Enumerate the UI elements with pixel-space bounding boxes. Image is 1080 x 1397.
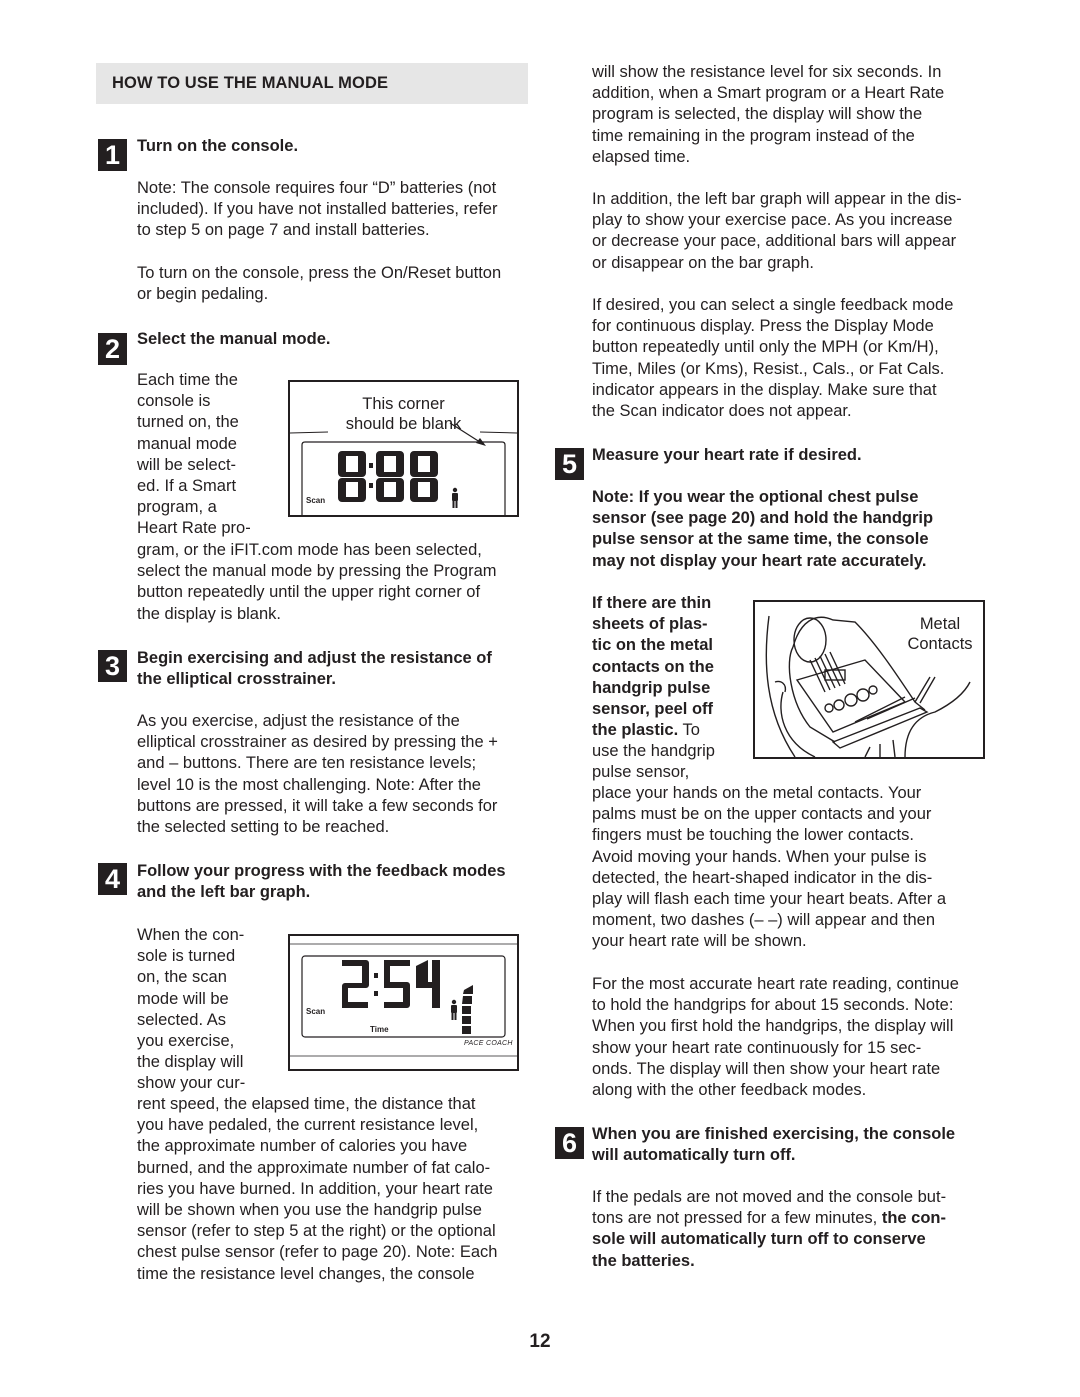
step-6-text: If the pedals are not moved and the cons… <box>592 1187 946 1272</box>
step-4-right-para-1: will show the resistance level for six s… <box>592 63 945 166</box>
step-2-badge: 2 <box>98 333 127 365</box>
step-4-right-para-3: If desired, you can select a single feed… <box>592 296 954 421</box>
section-title: HOW TO USE THE MANUAL MODE <box>112 74 389 92</box>
step-1-note: Note: The console requires four “D” batt… <box>137 179 498 240</box>
console-display-figure-scan: Scan Time PACE COACH <box>288 934 519 1071</box>
step-5-wrap-bold: If there are thin sheets of plas- tic on… <box>592 594 714 740</box>
step-4-title: Follow your progress with the feedback m… <box>137 862 506 902</box>
step-5-continued-text: place your hands on the metal contacts. … <box>592 784 947 951</box>
step-5-wrap-inline: To <box>678 721 700 740</box>
step-5-note: Note: If you wear the optional chest pul… <box>592 488 934 570</box>
step-5-wrap-regular: use the handgrip pulse sensor, <box>592 742 715 782</box>
step-2-continued-text: gram, or the iFIT.com mode has been sele… <box>137 541 497 623</box>
person-icon <box>451 999 457 1020</box>
pace-bar-graph <box>462 985 473 1034</box>
step-5-wrap-text: If there are thin sheets of plas- tic on… <box>592 593 714 741</box>
page-number: 12 <box>529 1331 551 1352</box>
lcd-illustration-scan <box>290 943 517 1057</box>
step-3-badge: 3 <box>98 650 127 682</box>
step-6-badge: 6 <box>555 1127 584 1159</box>
section-header: HOW TO USE THE MANUAL MODE <box>96 63 528 104</box>
step-4-badge: 4 <box>98 863 127 895</box>
step-2-wrap-text: Each time the console is turned on, the … <box>137 371 251 538</box>
console-display-figure-blank: This corner should be blank Scan <box>288 380 519 517</box>
step-4-continued-text: rent speed, the elapsed time, the distan… <box>137 1095 498 1283</box>
step-4-right-para-2: In addition, the left bar graph will app… <box>592 190 962 272</box>
time-indicator: Time <box>370 1025 389 1034</box>
lcd-digits <box>342 960 440 1008</box>
handgrip-pulse-sensor-figure: Metal Contacts <box>753 600 985 759</box>
step-5-badge: 5 <box>555 448 584 480</box>
step-3-title: Begin exercising and adjust the resistan… <box>137 649 492 689</box>
lcd-digits <box>338 451 438 502</box>
step-4-wrap-text: When the con- sole is turned on, the sca… <box>137 926 246 1093</box>
step-2-title: Select the manual mode. <box>137 330 331 348</box>
step-6-title: When you are finished exercising, the co… <box>592 1125 956 1165</box>
step-3-text: As you exercise, adjust the resistance o… <box>137 712 498 837</box>
metal-contacts-caption: Metal Contacts <box>907 615 973 653</box>
step-1-instructions: To turn on the console, press the On/Res… <box>137 264 502 304</box>
step-5-paragraph-2: For the most accurate heart rate reading… <box>592 975 959 1100</box>
scan-indicator: Scan <box>306 496 326 505</box>
pace-coach-label: PACE COACH <box>464 1040 513 1047</box>
scan-indicator: Scan <box>306 1007 326 1016</box>
step-1-badge: 1 <box>98 139 127 171</box>
step-5-title: Measure your heart rate if desired. <box>592 446 862 464</box>
step-1-title: Turn on the console. <box>137 137 299 155</box>
person-icon <box>452 487 458 508</box>
